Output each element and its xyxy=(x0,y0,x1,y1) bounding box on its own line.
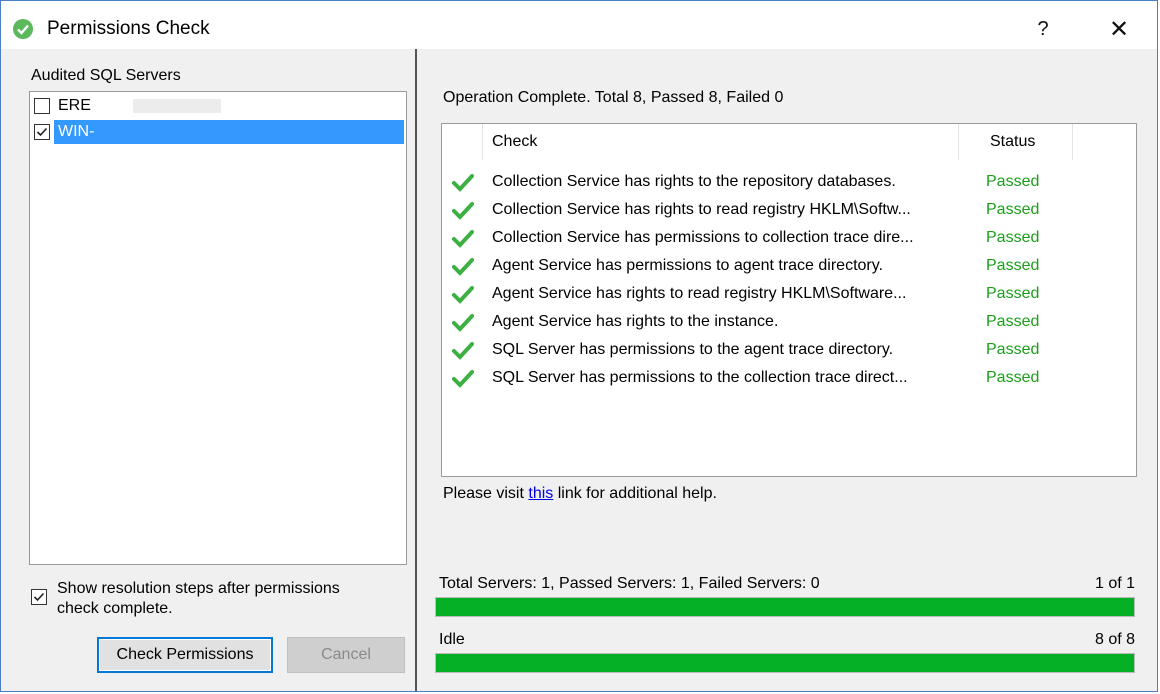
column-separator xyxy=(482,124,483,160)
passed-check-icon xyxy=(452,258,474,276)
help-suffix: link for additional help. xyxy=(553,485,717,502)
show-resolution-label: Show resolution steps after permissions … xyxy=(57,580,340,617)
table-row[interactable]: Collection Service has rights to the rep… xyxy=(442,168,1136,196)
servers-progress-count: 1 of 1 xyxy=(1094,575,1135,592)
servers-pane: Audited SQL Servers ERE WIN- Show resolu… xyxy=(1,49,417,691)
check-status: Passed xyxy=(986,313,1040,330)
column-header-check[interactable]: Check xyxy=(492,124,537,160)
table-row[interactable]: SQL Server has permissions to the collec… xyxy=(442,364,1136,392)
table-row[interactable]: Collection Service has permissions to co… xyxy=(442,224,1136,252)
table-row[interactable]: Agent Service has permissions to agent t… xyxy=(442,252,1136,280)
passed-check-icon xyxy=(452,342,474,360)
server-item-selected[interactable]: WIN- xyxy=(32,120,404,144)
check-permissions-button[interactable]: Check Permissions xyxy=(97,637,273,673)
check-description: SQL Server has permissions to the collec… xyxy=(492,369,908,386)
redacted-text xyxy=(132,99,221,113)
window-title: Permissions Check xyxy=(47,18,210,39)
table-row[interactable]: Collection Service has rights to read re… xyxy=(442,196,1136,224)
passed-check-icon xyxy=(452,370,474,388)
check-status: Passed xyxy=(986,341,1040,358)
title-bar: Permissions Check ? ✕ xyxy=(1,1,1157,49)
server-item[interactable]: ERE xyxy=(32,94,404,118)
checks-progress-count: 8 of 8 xyxy=(1094,631,1135,648)
server-checkbox[interactable] xyxy=(34,124,50,140)
column-separator xyxy=(958,124,959,160)
results-pane: Operation Complete. Total 8, Passed 8, F… xyxy=(417,49,1157,691)
check-status: Passed xyxy=(986,285,1040,302)
server-name: WIN- xyxy=(54,120,404,144)
passed-check-icon xyxy=(452,314,474,332)
checkmark-icon xyxy=(36,127,48,137)
table-row[interactable]: SQL Server has permissions to the agent … xyxy=(442,336,1136,364)
check-description: Collection Service has rights to the rep… xyxy=(492,173,896,190)
show-resolution-checkbox[interactable] xyxy=(31,589,47,605)
column-header-status[interactable]: Status xyxy=(990,124,1035,160)
check-status: Passed xyxy=(986,229,1040,246)
check-status: Passed xyxy=(986,173,1040,190)
cancel-button[interactable]: Cancel xyxy=(287,637,405,673)
passed-check-icon xyxy=(452,230,474,248)
checks-progress-label: Idle xyxy=(439,631,465,648)
passed-check-icon xyxy=(452,286,474,304)
help-message: Please visit this link for additional he… xyxy=(443,485,717,503)
check-description: Collection Service has permissions to co… xyxy=(492,229,914,246)
server-checkbox[interactable] xyxy=(34,98,50,114)
server-name: ERE xyxy=(58,97,91,114)
help-link[interactable]: this xyxy=(528,485,553,502)
check-description: Agent Service has rights to the instance… xyxy=(492,313,779,330)
checks-progress-bar xyxy=(435,653,1135,673)
check-status: Passed xyxy=(986,257,1040,274)
show-resolution-option[interactable]: Show resolution steps after permissions … xyxy=(29,579,409,619)
checkmark-icon xyxy=(33,592,45,602)
passed-check-icon xyxy=(452,174,474,192)
operation-status: Operation Complete. Total 8, Passed 8, F… xyxy=(443,89,784,106)
help-button[interactable]: ? xyxy=(1023,13,1063,45)
server-list[interactable]: ERE WIN- xyxy=(29,91,407,565)
check-description: Collection Service has rights to read re… xyxy=(492,201,911,218)
results-grid[interactable]: Check Status Collection Service has righ… xyxy=(441,123,1137,477)
servers-progress-bar xyxy=(435,597,1135,617)
close-button[interactable]: ✕ xyxy=(1099,13,1139,45)
check-status: Passed xyxy=(986,369,1040,386)
grid-header: Check Status xyxy=(442,124,1136,160)
servers-progress-fill xyxy=(436,598,1134,616)
help-prefix: Please visit xyxy=(443,485,529,502)
success-check-icon xyxy=(13,19,33,39)
table-row[interactable]: Agent Service has rights to the instance… xyxy=(442,308,1136,336)
passed-check-icon xyxy=(452,202,474,220)
check-description: SQL Server has permissions to the agent … xyxy=(492,341,894,358)
permissions-check-dialog: Permissions Check ? ✕ Audited SQL Server… xyxy=(0,0,1158,692)
servers-progress-label: Total Servers: 1, Passed Servers: 1, Fai… xyxy=(439,575,820,592)
table-row[interactable]: Agent Service has rights to read registr… xyxy=(442,280,1136,308)
check-description: Agent Service has rights to read registr… xyxy=(492,285,907,302)
audited-servers-label: Audited SQL Servers xyxy=(31,67,181,84)
checks-progress-fill xyxy=(436,654,1134,672)
column-separator xyxy=(1072,124,1073,160)
check-description: Agent Service has permissions to agent t… xyxy=(492,257,883,274)
check-status: Passed xyxy=(986,201,1040,218)
